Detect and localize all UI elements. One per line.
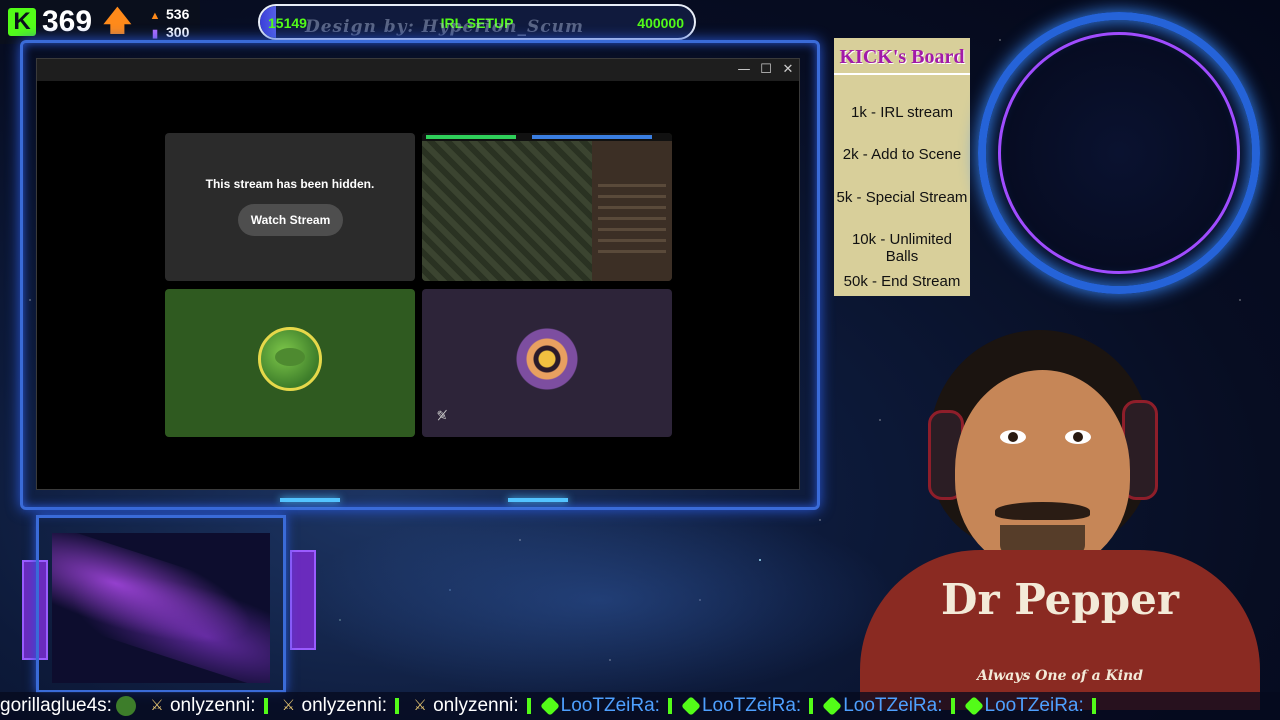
chat-message: ⚔ onlyzenni: xyxy=(407,692,531,720)
emote-icon xyxy=(115,695,136,716)
board-item: 10k - Unlimited Balls xyxy=(851,231,953,265)
participant-tile-eye[interactable]: ✎̸ xyxy=(422,289,672,437)
mini-panel-dna xyxy=(52,533,270,683)
eye-avatar xyxy=(515,327,579,391)
up-arrow-icon: 🡅 xyxy=(103,4,132,37)
shirt-tagline: Always One of a Kind xyxy=(977,668,1143,684)
chat-username: onlyzenni: xyxy=(169,695,256,716)
sword-badge-icon: ⚔ xyxy=(150,696,164,714)
game-stream-tile[interactable] xyxy=(422,133,672,281)
chat-message: LooTZeiRa: xyxy=(963,692,1096,720)
hidden-stream-tile: This stream has been hidden. Watch Strea… xyxy=(165,133,415,281)
verified-badge-icon xyxy=(681,696,701,716)
right-side-tab xyxy=(290,550,316,650)
kick-logo-icon: K xyxy=(8,8,36,36)
chat-emote-icon xyxy=(809,697,814,714)
game-map-view xyxy=(422,141,592,281)
muted-mic-icon: ✎̸ xyxy=(436,409,448,424)
chat-ticker: gorillaglue4s: ⚔ onlyzenni: ⚔ onlyzenni: ⚔ onl… xyxy=(0,692,1280,720)
design-credit-watermark: Design by: Hyperion_Scum xyxy=(305,17,584,37)
avatar-mustache xyxy=(995,502,1090,520)
chat-emote-icon xyxy=(526,697,531,714)
chat-message: LooTZeiRa: xyxy=(821,692,955,720)
goal-target: 400000 xyxy=(637,15,684,31)
sword-badge-icon: ⚔ xyxy=(413,696,427,714)
participant-tile-pepe[interactable] xyxy=(165,289,415,437)
stat-top: ▲ 536 xyxy=(148,6,190,24)
portal-ring-graphic xyxy=(978,12,1260,294)
shirt-logo-text: Dr Pepper xyxy=(941,575,1179,624)
chat-message: gorillaglue4s: xyxy=(0,692,136,720)
frame-accent-left xyxy=(280,498,340,502)
verified-badge-icon xyxy=(822,696,843,716)
chat-emote-icon xyxy=(395,697,400,714)
window-titlebar[interactable]: — ☐ ✕ xyxy=(37,59,799,81)
chat-emote-icon xyxy=(950,697,955,714)
chat-username: LooTZeiRa: xyxy=(560,695,660,716)
stat-bottom-value: 300 xyxy=(166,24,190,40)
sword-badge-icon: ⚔ xyxy=(281,696,296,714)
pepe-avatar xyxy=(258,327,322,391)
hidden-stream-message: This stream has been hidden. xyxy=(205,177,375,191)
nebula-glow xyxy=(300,500,900,700)
board-item: 50k - End Stream xyxy=(843,273,961,290)
board-title: KICK's Board xyxy=(834,41,970,75)
fire-icon: ▲ xyxy=(149,10,161,22)
kicks-board: KICK's Board 1k - IRL stream 2k - Add to… xyxy=(834,38,970,296)
avatar-shirt xyxy=(860,550,1260,710)
watch-stream-button[interactable]: Watch Stream xyxy=(238,204,343,236)
chat-emote-icon xyxy=(263,697,268,714)
close-button[interactable]: ✕ xyxy=(777,61,799,79)
verified-badge-icon xyxy=(539,696,560,716)
board-item: 5k - Special Stream xyxy=(836,189,968,206)
follower-count: 369 xyxy=(42,5,93,38)
board-item: 1k - IRL stream xyxy=(851,104,953,121)
avatar-eye xyxy=(1000,430,1026,444)
verified-badge-icon xyxy=(963,696,984,716)
chat-message: LooTZeiRa: xyxy=(680,692,814,720)
chat-username: LooTZeiRa: xyxy=(701,695,802,716)
chat-message: LooTZeiRa: xyxy=(539,692,672,720)
stat-top-value: 536 xyxy=(166,6,190,22)
chat-message: ⚔ onlyzenni: xyxy=(144,692,268,720)
game-inventory xyxy=(598,183,666,253)
chat-username: onlyzenni: xyxy=(433,695,519,716)
board-item: 2k - Add to Scene xyxy=(842,146,962,163)
frame-accent-right xyxy=(508,498,568,502)
avatar-eye xyxy=(1065,430,1091,444)
game-top-bar xyxy=(422,133,672,141)
portal-inner-ring xyxy=(998,32,1240,274)
maximize-button[interactable]: ☐ xyxy=(755,61,777,79)
chat-username: LooTZeiRa: xyxy=(843,695,943,716)
chat-username: LooTZeiRa: xyxy=(984,695,1084,716)
chat-emote-icon xyxy=(1091,697,1096,714)
call-window: — ☐ ✕ This stream has been hidden. Watch… xyxy=(36,58,800,490)
chat-username: gorillaglue4s: xyxy=(0,695,112,716)
chat-message: ⚔ onlyzenni: xyxy=(276,692,400,720)
chat-username: onlyzenni: xyxy=(301,695,388,716)
streamer-avatar: Dr Pepper Always One of a Kind xyxy=(860,330,1260,710)
chat-emote-icon xyxy=(667,697,672,714)
minimize-button[interactable]: — xyxy=(733,61,755,79)
stream-stats-panel: K 369 🡅 ▲ 536 ▮ 300 xyxy=(0,0,200,44)
